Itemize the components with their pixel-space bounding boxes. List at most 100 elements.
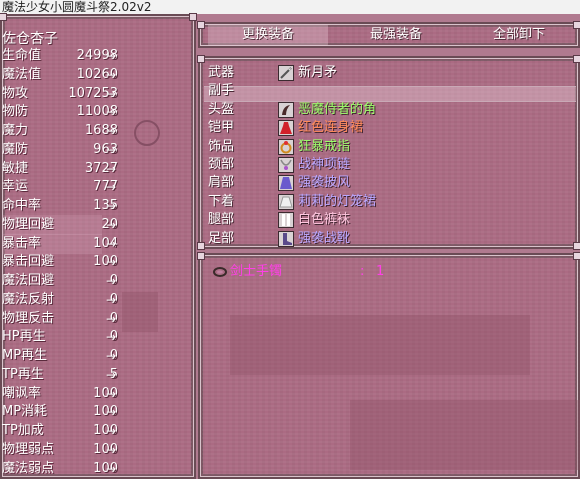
inventory-panel: 剑士手镯:1 (197, 252, 580, 479)
stat-label: 物理反击 (2, 310, 55, 326)
stat-row: 魔法回避 0 → (2, 271, 192, 291)
stat-row: 嘲讽率 100 → (2, 384, 192, 404)
equipment-slot-2[interactable]: 头盔 恶魔侍者的角 (200, 101, 578, 119)
slot-label: 腿部 (208, 212, 235, 228)
arrow-icon: → (106, 461, 117, 476)
arrow-icon: → (106, 386, 117, 401)
arrow-icon: → (106, 442, 117, 457)
slot-label: 肩部 (208, 175, 235, 191)
stat-row: 魔法值 10260 → (2, 65, 192, 85)
stat-label: 物理回避 (2, 216, 55, 232)
equipment-slot-5[interactable]: 颈部 战神项链 (200, 156, 578, 174)
window-title: 魔法少女小圆魔斗祭2.02v2 (0, 0, 580, 14)
slot-label: 颈部 (208, 157, 235, 172)
stat-row: 魔法反射 0 → (2, 290, 192, 310)
stat-label: 生命值 (2, 48, 42, 63)
stat-row: MP消耗 100 → (2, 402, 192, 422)
slot-label: 饰品 (208, 138, 235, 154)
slot-item-name: 白色裤袜 (298, 212, 351, 228)
slot-item-name: 狂暴戒指 (298, 138, 351, 154)
stockings-icon (278, 212, 294, 229)
remove-all-button[interactable]: 全部卸下 (464, 24, 574, 46)
arrow-icon: → (106, 274, 117, 288)
stat-row: HP再生 0 → (2, 327, 192, 347)
stat-row: TP再生 5 → (2, 365, 192, 385)
equipment-slot-7[interactable]: 下着 莉莉的灯笼裙 (200, 193, 578, 211)
slot-item-name: 战神项链 (298, 157, 351, 172)
stat-label: MP消耗 (2, 404, 48, 420)
stat-label: 魔法弱点 (2, 460, 55, 476)
panel-corner (197, 21, 205, 29)
arrow-icon: → (106, 49, 117, 63)
stat-row: 物理反击 0 → (2, 309, 192, 329)
stat-label: 魔防 (2, 141, 29, 157)
stat-label: 物防 (2, 104, 29, 120)
arrow-icon: → (106, 67, 117, 82)
panel-corner (573, 55, 580, 63)
stat-label: HP再生 (2, 329, 46, 345)
stat-label: 物攻 (2, 85, 29, 101)
stat-label: TP加成 (2, 423, 44, 438)
stat-row: 物攻 107253 → (2, 84, 192, 104)
panel-corner (0, 13, 7, 21)
stat-row: 物理弱点 100 → (2, 440, 192, 460)
bracelet-icon (212, 264, 228, 280)
stat-label: 暴击率 (2, 235, 42, 251)
stat-row: 暴击回避 100 → (2, 252, 192, 272)
arrow-icon: → (106, 424, 117, 438)
skirt-icon (278, 193, 294, 210)
arrow-icon: → (106, 142, 117, 157)
slot-item-name: 恶魔侍者的角 (298, 101, 377, 117)
equipment-slot-0[interactable]: 武器 新月矛 (200, 64, 578, 82)
stat-label: 命中率 (2, 198, 42, 213)
ring-icon (278, 138, 294, 155)
slot-label: 武器 (208, 65, 235, 80)
slot-item-name: 强袭披风 (298, 175, 351, 191)
slot-label: 铠甲 (208, 120, 235, 136)
stat-label: TP再生 (2, 366, 44, 382)
stat-row: 敏捷 3727 → (2, 159, 192, 179)
equipment-slot-1[interactable]: 副手 (200, 82, 578, 100)
best-equipment-button[interactable]: 最强装备 (336, 24, 456, 46)
arrow-icon: → (106, 105, 117, 120)
equipment-slot-3[interactable]: 铠甲 红色连身裙 (200, 119, 578, 137)
slot-item-name: 新月矛 (298, 65, 338, 80)
equipment-panel: 武器 新月矛副手头盔 恶魔侍者的角铠甲 红色连身裙饰品 狂暴戒指颈部 战神项链肩部 强袭披风… (197, 55, 580, 250)
arrow-icon: → (106, 292, 117, 307)
dress-icon (278, 120, 294, 137)
slot-label: 副手 (208, 83, 235, 99)
character-name: 佐仓杏子 (2, 31, 58, 47)
equipment-slot-4[interactable]: 饰品 狂暴戒指 (200, 138, 578, 156)
slot-item-name: 红色连身裙 (298, 120, 364, 136)
stats-panel: 佐仓杏子 生命值 24998 → 魔法值 10260 → 物攻 107253 → 物防 11008 →… (0, 13, 197, 479)
arrow-icon: → (106, 330, 117, 345)
equipment-slot-9[interactable]: 足部 强袭战靴 (200, 230, 578, 248)
stat-label: 魔法反射 (2, 291, 55, 307)
arrow-icon: → (106, 367, 117, 382)
stat-label: 魔法回避 (2, 273, 55, 288)
stat-label: 魔力 (2, 123, 29, 138)
panel-corner (197, 55, 205, 63)
equipment-slot-8[interactable]: 腿部 白色裤袜 (200, 211, 578, 229)
stat-label: 幸运 (2, 179, 29, 195)
stat-row: MP再生 0 → (2, 346, 192, 366)
arrow-icon: → (106, 199, 117, 213)
stat-row: 生命值 24998 → (2, 46, 192, 66)
stat-row: TP加成 100 → (2, 421, 192, 441)
arrow-icon: → (106, 255, 117, 270)
horn-icon (278, 101, 294, 118)
stat-label: 嘲讽率 (2, 385, 42, 401)
cloak-icon (278, 175, 294, 192)
inventory-item[interactable]: 剑士手镯:1 (206, 263, 566, 281)
panel-corner (573, 252, 580, 260)
arrow-icon: → (106, 86, 117, 101)
stat-label: 暴击回避 (2, 254, 55, 270)
arrow-icon: → (106, 405, 117, 420)
slot-label: 足部 (208, 230, 235, 246)
background-pattern (230, 315, 530, 375)
stat-row: 暴击率 104 → (2, 234, 192, 254)
slot-label: 头盔 (208, 101, 235, 117)
equipment-slot-6[interactable]: 肩部 强袭披风 (200, 174, 578, 192)
change-equipment-button[interactable]: 更换装备 (208, 24, 328, 46)
inventory-item-name: 剑士手镯 (230, 264, 283, 279)
